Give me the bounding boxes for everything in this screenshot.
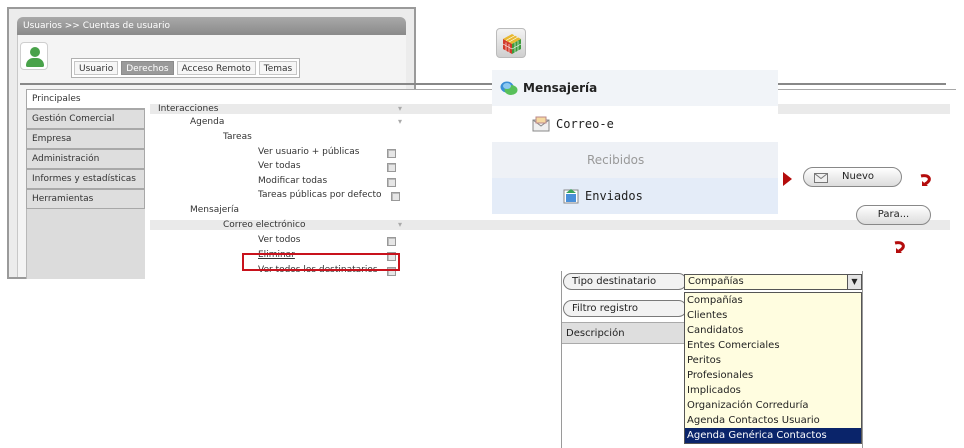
option-implicados[interactable]: Implicados [685, 383, 861, 398]
sent-mail-icon [563, 189, 579, 204]
highlight-box [242, 253, 400, 271]
perm-interacciones: Interacciones [158, 104, 219, 114]
nav-label: Enviados [585, 189, 643, 203]
nav-label: Correo-e [556, 117, 614, 131]
perm-ver-todas: Ver todas [258, 161, 301, 171]
menu-item-empresa[interactable]: Empresa [26, 129, 145, 149]
nav-label: Recibidos [587, 153, 645, 167]
red-arrow-icon [783, 172, 792, 186]
nuevo-button[interactable]: Nuevo [803, 167, 902, 187]
tab-divider [20, 83, 946, 85]
option-profesionales[interactable]: Profesionales [685, 368, 861, 383]
tipo-destinatario-select[interactable]: Compañías ▼ [684, 274, 862, 290]
perm-ver-usuario-publicas: Ver usuario + públicas [258, 147, 360, 157]
user-avatar-icon [20, 42, 48, 70]
option-clientes[interactable]: Clientes [685, 308, 861, 323]
checkbox[interactable] [387, 237, 396, 246]
nav-label: Mensajería [523, 81, 598, 95]
tab-derechos[interactable]: Derechos [121, 61, 174, 75]
curved-arrow-icon [894, 241, 905, 253]
nav-item-correo[interactable]: Correo-e [492, 106, 778, 142]
nuevo-label: Nuevo [842, 171, 875, 182]
breadcrumb: Usuarios >> Cuentas de usuario [17, 17, 406, 35]
app-logo-icon [496, 28, 526, 58]
option-companias[interactable]: Compañías [685, 293, 861, 308]
perm-tareas: Tareas [223, 132, 252, 142]
pin-icon: ▾ [398, 117, 403, 126]
pin-icon: ▾ [398, 220, 403, 229]
perm-ver-todos: Ver todos [258, 235, 301, 245]
tab-usuario[interactable]: Usuario [74, 61, 119, 75]
menu-item-gestion-comercial[interactable]: Gestión Comercial [26, 109, 145, 129]
navigation-panel: Mensajería Correo-e Recibidos Enviados [492, 70, 778, 214]
menu-item-administracion[interactable]: Administración [26, 149, 145, 169]
option-agenda-generica-contactos[interactable]: Agenda Genérica Contactos [685, 428, 861, 443]
checkbox[interactable] [387, 163, 396, 172]
perm-modificar-todas: Modificar todas [258, 176, 328, 186]
option-agenda-contactos-usuario[interactable]: Agenda Contactos Usuario [685, 413, 861, 428]
tab-temas[interactable]: Temas [258, 61, 298, 75]
pin-icon: ▾ [398, 104, 403, 113]
perm-tareas-publicas: Tareas públicas por defecto [258, 190, 382, 200]
chat-bubbles-icon [500, 81, 518, 95]
option-peritos[interactable]: Peritos [685, 353, 861, 368]
checkbox[interactable] [391, 192, 400, 201]
checkbox[interactable] [387, 178, 396, 187]
option-organizacion-correduria[interactable]: Organización Correduría [685, 398, 861, 413]
perm-agenda: Agenda [190, 117, 225, 127]
side-menu: Principales Gestión Comercial Empresa Ad… [26, 89, 145, 209]
dropdown-arrow-icon[interactable]: ▼ [847, 275, 861, 289]
menu-item-principales[interactable]: Principales [26, 89, 145, 109]
nav-item-enviados[interactable]: Enviados [492, 178, 778, 214]
filtro-registro-label: Filtro registro [563, 300, 687, 317]
curved-arrow-icon [920, 174, 931, 186]
menu-item-herramientas[interactable]: Herramientas [26, 189, 145, 209]
nav-item-recibidos[interactable]: Recibidos [492, 142, 778, 178]
tab-bar: Usuario Derechos Acceso Remoto Temas [71, 58, 301, 78]
tipo-destinatario-options: Compañías Clientes Candidatos Entes Come… [684, 292, 862, 444]
checkbox[interactable] [387, 149, 396, 158]
option-candidatos[interactable]: Candidatos [685, 323, 861, 338]
para-button[interactable]: Para... [856, 205, 931, 225]
tipo-destinatario-label: Tipo destinatario [563, 273, 687, 290]
envelope-icon [532, 116, 550, 132]
option-entes-comerciales[interactable]: Entes Comerciales [685, 338, 861, 353]
menu-item-informes[interactable]: Informes y estadísticas [26, 169, 145, 189]
envelope-icon [814, 173, 828, 183]
selected-value: Compañías [688, 276, 744, 287]
nav-item-mensajeria[interactable]: Mensajería [492, 70, 778, 106]
tab-acceso-remoto[interactable]: Acceso Remoto [176, 61, 256, 75]
perm-mensajeria: Mensajería [190, 205, 239, 215]
perm-correo-electronico: Correo electrónico [223, 220, 306, 230]
